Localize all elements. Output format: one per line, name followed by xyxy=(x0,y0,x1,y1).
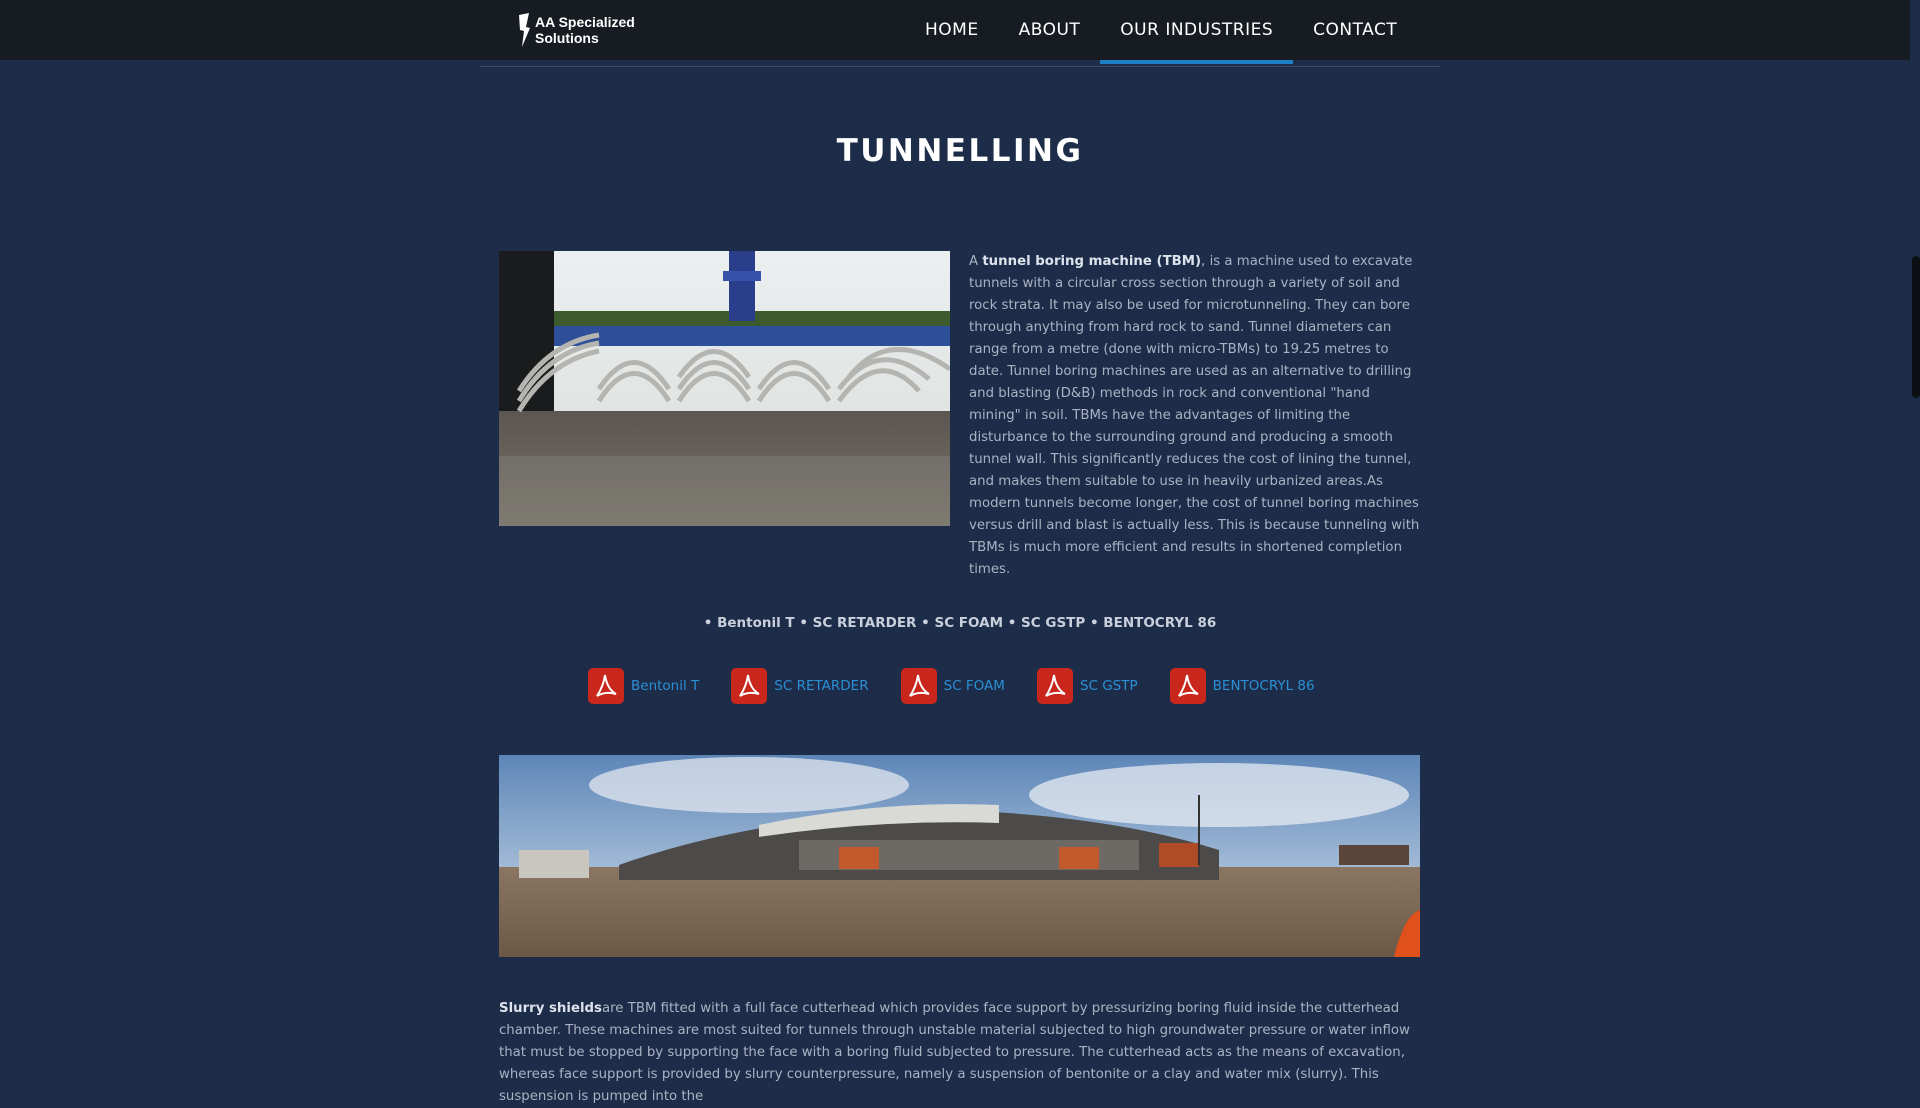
tbm-intro-paragraph: A tunnel boring machine (TBM), is a mach… xyxy=(969,251,1424,581)
page-scrollbar[interactable] xyxy=(1910,0,1920,1080)
pdf-link-label: BENTOCRYL 86 xyxy=(1212,678,1315,694)
nav-contact[interactable]: CONTACT xyxy=(1293,0,1417,60)
pdf-icon xyxy=(1169,668,1206,704)
pdf-icon xyxy=(731,668,768,704)
site-logo[interactable]: AA Specialized Solutions xyxy=(518,13,655,47)
nav-our-industries[interactable]: OUR INDUSTRIES xyxy=(1100,0,1293,64)
pdf-icon xyxy=(1036,668,1073,704)
pdf-link-label: SC FOAM xyxy=(943,678,1005,694)
pdf-link-sc-gstp[interactable]: SC GSTP xyxy=(1036,668,1138,704)
pdf-link-label: Bentonil T xyxy=(631,678,700,694)
slurry-shields-text: are TBM fitted with a full face cutterhe… xyxy=(499,1001,1410,1104)
tunnel-segments-photo-graphic xyxy=(499,251,950,526)
pdf-link-bentocryl-86[interactable]: BENTOCRYL 86 xyxy=(1169,668,1315,704)
pdf-link-bentonil-t[interactable]: Bentonil T xyxy=(588,668,699,704)
scrollbar-thumb[interactable] xyxy=(1912,256,1920,398)
main-nav: HOME ABOUT OUR INDUSTRIES CONTACT xyxy=(905,0,1417,64)
nav-home[interactable]: HOME xyxy=(905,0,999,60)
logo-mark-icon xyxy=(519,13,530,47)
pdf-downloads: Bentonil T SC RETARDER SC FOAM SC GSTP B… xyxy=(588,668,1347,704)
product-list: • Bentonil T • SC RETARDER • SC FOAM • S… xyxy=(703,615,1217,631)
pdf-link-label: SC RETARDER xyxy=(774,678,869,694)
header-divider xyxy=(480,66,1440,67)
tbm-term: tunnel boring machine (TBM) xyxy=(982,254,1202,269)
logo-text: AA Specialized Solutions xyxy=(535,14,635,46)
intro-text: , is a machine used to excavate tunnels … xyxy=(969,254,1420,577)
intro-lead: A xyxy=(969,254,983,269)
pdf-link-sc-foam[interactable]: SC FOAM xyxy=(900,668,1005,704)
tbm-site-panorama-photo xyxy=(499,755,1420,957)
page-title: TUNNELLING xyxy=(836,133,1084,169)
pdf-icon xyxy=(588,668,624,704)
top-navbar: AA Specialized Solutions HOME ABOUT OUR … xyxy=(0,0,1910,64)
tbm-site-panorama-graphic xyxy=(499,755,1420,957)
slurry-shields-term: Slurry shields xyxy=(499,1001,602,1016)
pdf-link-label: SC GSTP xyxy=(1079,678,1138,694)
pdf-icon xyxy=(900,668,937,704)
pdf-link-sc-retarder[interactable]: SC RETARDER xyxy=(731,668,869,704)
slurry-shields-paragraph: Slurry shieldsare TBM fitted with a full… xyxy=(499,998,1424,1108)
nav-about[interactable]: ABOUT xyxy=(999,0,1101,60)
tunnel-segments-photo xyxy=(499,251,950,526)
